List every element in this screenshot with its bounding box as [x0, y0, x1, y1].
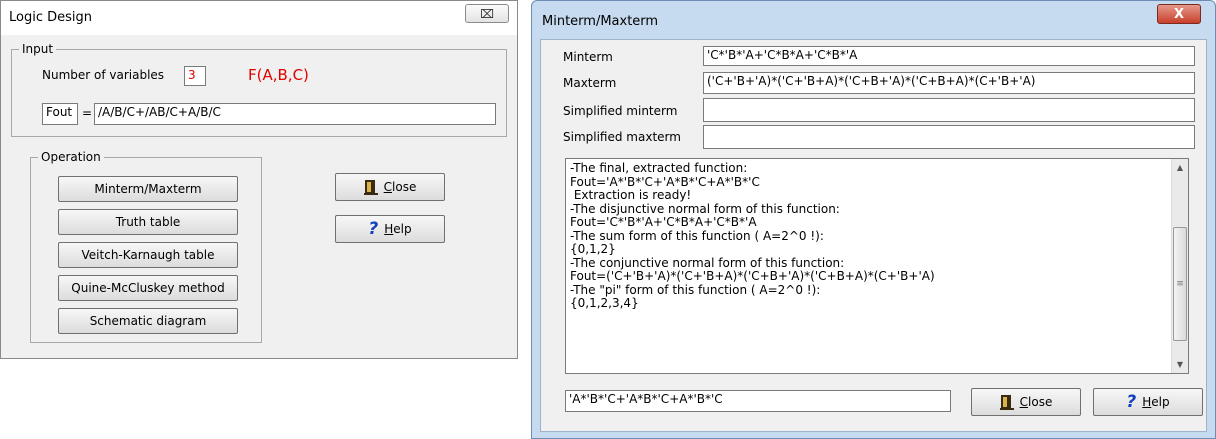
log-line: {0,1,2} — [570, 242, 616, 256]
window-client-area: Minterm 'C*'B*'A+'C*B*A+'C*B*'A Maxterm … — [540, 39, 1207, 432]
log-line: {0,1,2,3,4} — [570, 296, 639, 310]
close-door-icon — [999, 394, 1014, 410]
expression-input[interactable]: /A/B/C+/AB/C+A/B/C — [94, 103, 496, 125]
window-title: Minterm/Maxterm — [542, 14, 659, 29]
close-icon: X — [1173, 6, 1185, 22]
function-signature: F(A,B,C) — [248, 66, 309, 84]
minterm-field[interactable]: 'C*'B*'A+'C*B*A+'C*B*'A — [703, 46, 1195, 66]
simplified-maxterm-field[interactable] — [703, 125, 1195, 149]
minterm-maxterm-window: Minterm/Maxterm X Minterm 'C*'B*'A+'C*B*… — [531, 0, 1216, 439]
minterm-maxterm-button[interactable]: Minterm/Maxterm — [58, 176, 238, 202]
help-question-icon: ? — [368, 219, 379, 239]
log-line: Fout='C*'B*'A+'C*B*A+'C*B*'A — [570, 215, 757, 229]
close-button-label: Close — [383, 180, 417, 194]
fout-field[interactable]: Fout — [42, 103, 78, 125]
minterm-label: Minterm — [563, 50, 613, 64]
window-title: Logic Design — [9, 10, 92, 25]
log-line: Fout='A*'B*'C+'A*B*'C+A*'B*'C — [570, 174, 760, 189]
window-close-button[interactable]: ⌧ — [465, 4, 509, 23]
log-line: -The disjunctive normal form of this fun… — [570, 201, 840, 216]
schematic-diagram-button[interactable]: Schematic diagram — [58, 308, 238, 334]
help-button[interactable]: ? Help — [1093, 388, 1203, 416]
window-close-button[interactable]: X — [1157, 4, 1201, 24]
help-button-label: Help — [384, 222, 412, 236]
help-question-icon: ? — [1126, 392, 1137, 412]
truth-table-button[interactable]: Truth table — [58, 209, 238, 235]
simplified-minterm-field[interactable] — [703, 98, 1195, 122]
help-button-label: Help — [1142, 395, 1170, 409]
maxterm-label: Maxterm — [563, 76, 617, 90]
close-button-label: Close — [1019, 395, 1053, 409]
quine-mccluskey-button[interactable]: Quine-McCluskey method — [58, 275, 238, 301]
logic-design-window: Logic Design ⌧ Input Number of variables… — [0, 0, 518, 359]
operation-group: Operation Minterm/Maxterm Truth table Ve… — [30, 150, 262, 343]
close-door-icon — [363, 179, 378, 195]
scroll-up-arrow-icon[interactable]: ▲ — [1172, 159, 1188, 176]
equals-sign: = — [82, 106, 93, 120]
simplified-maxterm-label: Simplified maxterm — [563, 130, 681, 144]
simplified-minterm-label: Simplified minterm — [563, 104, 678, 118]
title-bar: Logic Design ⌧ — [1, 1, 517, 35]
num-vars-label: Number of variables — [42, 68, 165, 82]
help-button[interactable]: ? Help — [335, 215, 445, 243]
input-group: Input Number of variables 3 F(A,B,C) Fou… — [11, 42, 507, 137]
scroll-thumb[interactable]: ≡ — [1173, 227, 1187, 341]
log-line: -The conjunctive normal form of this fun… — [570, 255, 845, 270]
log-output[interactable]: -The final, extracted function: Fout='A*'… — [565, 158, 1189, 374]
log-line: Fout=('C+'B+'A)*('C+'B+A)*('C+B+'A)*('C+… — [570, 269, 935, 283]
close-button[interactable]: Close — [335, 173, 445, 201]
input-group-legend: Input — [19, 42, 57, 56]
operation-group-legend: Operation — [38, 150, 104, 164]
log-line: -The final, extracted function: — [570, 161, 748, 175]
scroll-down-arrow-icon[interactable]: ▼ — [1172, 356, 1188, 373]
log-line: Extraction is ready! — [570, 188, 692, 202]
num-vars-input[interactable]: 3 — [184, 66, 206, 86]
log-scrollbar[interactable]: ▲ ≡ ▼ — [1171, 159, 1188, 373]
maxterm-field[interactable]: ('C+'B+'A)*('C+'B+A)*('C+B+'A)*('C+B+A)*… — [703, 72, 1195, 94]
log-line: -The "pi" form of this function ( A=2^0 … — [570, 282, 821, 297]
close-icon: ⌧ — [480, 6, 494, 21]
extracted-function-field[interactable]: 'A*'B*'C+'A*B*'C+A*'B*'C — [565, 390, 951, 412]
log-line: -The sum form of this function ( A=2^0 !… — [570, 228, 824, 243]
veitch-karnaugh-button[interactable]: Veitch-Karnaugh table — [58, 242, 238, 268]
log-lines: -The final, extracted function: Fout='A*'… — [570, 161, 1168, 311]
close-button[interactable]: Close — [971, 388, 1081, 416]
